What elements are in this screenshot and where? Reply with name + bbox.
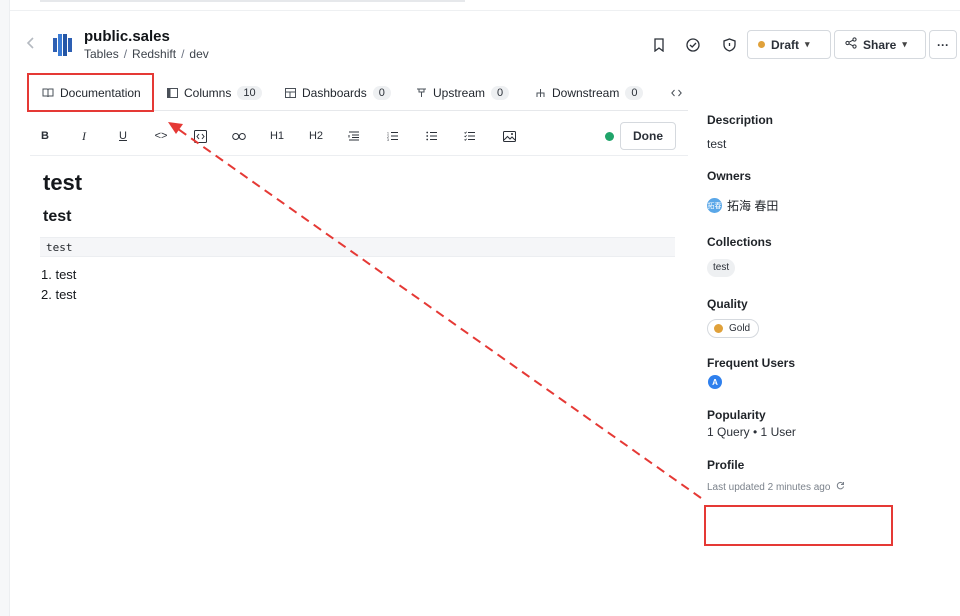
avatar[interactable]: A: [708, 375, 722, 389]
doc-code-block[interactable]: test: [40, 237, 675, 257]
list-item-text: test: [55, 267, 77, 282]
list-item: 2. test: [41, 286, 77, 302]
tab-label: Dashboards: [302, 86, 367, 100]
heading1-button[interactable]: H1: [268, 128, 286, 144]
svg-text:3: 3: [387, 138, 389, 141]
breadcrumb-separator: /: [123, 47, 128, 61]
redshift-logo-icon: [52, 32, 74, 58]
italic-button[interactable]: I: [77, 128, 91, 144]
bookmark-icon[interactable]: [650, 36, 668, 54]
draft-status-button[interactable]: Draft ▾: [747, 30, 831, 59]
owner-name: 拓海 春田: [727, 199, 779, 213]
bullet-list-icon[interactable]: [424, 128, 440, 144]
toolbar-divider: [30, 155, 688, 156]
breadcrumb-item[interactable]: Tables: [84, 47, 119, 61]
dashboard-icon: [284, 87, 296, 99]
upstream-icon: [415, 87, 427, 99]
popularity-label: Popularity: [707, 408, 766, 422]
inline-code-button[interactable]: <>: [152, 128, 170, 144]
popularity-value: 1 Query • 1 User: [707, 425, 796, 439]
draft-label: Draft: [771, 37, 800, 52]
quality-value: Gold: [729, 323, 751, 334]
avatar: 拓春: [707, 198, 722, 213]
owners-label: Owners: [707, 169, 752, 183]
list-item: 1. test: [41, 267, 77, 282]
annotation-highlight-empty-profile: [704, 505, 893, 546]
tab-label: Downstream: [552, 86, 620, 100]
share-label: Share: [863, 37, 897, 52]
breadcrumb: Tables / Redshift / dev: [84, 47, 209, 61]
tab-upstream[interactable]: Upstream 0: [415, 76, 510, 110]
tab-count-badge: 0: [625, 86, 644, 100]
description-label: Description: [707, 113, 774, 127]
list-item-text: test: [55, 286, 77, 302]
back-chevron-icon[interactable]: [26, 36, 40, 52]
header-top-border: [10, 10, 960, 11]
columns-icon: [166, 87, 178, 99]
image-icon[interactable]: [501, 128, 517, 144]
checklist-icon[interactable]: [462, 128, 478, 144]
more-options-button[interactable]: ···: [929, 30, 957, 59]
doc-heading-1[interactable]: test: [43, 170, 82, 196]
frequent-users-label: Frequent Users: [707, 356, 796, 370]
sync-status-dot: [605, 132, 614, 141]
description-value[interactable]: test: [707, 137, 726, 151]
collections-label: Collections: [707, 235, 772, 249]
tab-dashboards[interactable]: Dashboards 0: [284, 76, 391, 110]
page-title: public.sales: [84, 28, 170, 45]
share-button[interactable]: Share ▾: [834, 30, 926, 59]
ordered-list-icon[interactable]: 123: [385, 128, 401, 144]
tab-columns[interactable]: Columns 10: [166, 76, 262, 110]
underline-button[interactable]: U: [116, 128, 130, 144]
owner-entry[interactable]: 拓春 拓海 春田: [707, 197, 778, 214]
draft-status-dot: [758, 41, 765, 48]
chevron-down-icon: ▾: [805, 39, 810, 49]
profile-updated-text: Last updated 2 minutes ago: [707, 481, 831, 493]
tab-label: Upstream: [433, 86, 486, 100]
breadcrumb-separator: /: [181, 47, 185, 61]
tab-count-badge: 0: [372, 86, 391, 100]
quality-badge[interactable]: Gold: [707, 319, 760, 338]
code-block-button[interactable]: [192, 128, 208, 144]
left-nav-strip: [0, 0, 10, 616]
tab-label: Columns: [184, 86, 232, 100]
editor-toolbar: B I U <> H1 H2 123 Done: [30, 122, 680, 150]
blockquote-icon[interactable]: [346, 128, 362, 144]
share-icon: [845, 37, 857, 52]
doc-heading-2[interactable]: test: [43, 208, 71, 226]
breadcrumb-item[interactable]: dev: [189, 47, 208, 61]
tab-count-badge: 10: [237, 86, 262, 100]
chevron-down-icon: ▾: [902, 39, 907, 49]
code-icon: [670, 87, 682, 99]
doc-ordered-list[interactable]: 1. test 2. test: [41, 265, 76, 304]
refresh-icon[interactable]: [836, 481, 845, 493]
done-button[interactable]: Done: [620, 122, 676, 150]
annotation-highlight-documentation: [27, 73, 154, 112]
tab-overflow[interactable]: [670, 76, 688, 110]
heading2-button[interactable]: H2: [307, 128, 325, 144]
profile-updated: Last updated 2 minutes ago: [707, 481, 845, 493]
bold-button[interactable]: B: [38, 128, 52, 144]
more-icon: ···: [937, 37, 949, 52]
check-circle-icon[interactable]: [684, 36, 702, 54]
shield-icon[interactable]: [720, 36, 738, 54]
quality-label: Quality: [707, 297, 748, 311]
tab-downstream[interactable]: Downstream 0: [534, 76, 644, 110]
tab-count-badge: 0: [491, 86, 510, 100]
breadcrumb-item[interactable]: Redshift: [132, 47, 176, 61]
collection-chip[interactable]: test: [707, 259, 736, 277]
link-icon[interactable]: [230, 128, 248, 144]
gold-dot-icon: [714, 324, 723, 333]
downstream-icon: [534, 87, 546, 99]
profile-label: Profile: [707, 458, 745, 472]
top-scroll-edge: [40, 0, 465, 2]
